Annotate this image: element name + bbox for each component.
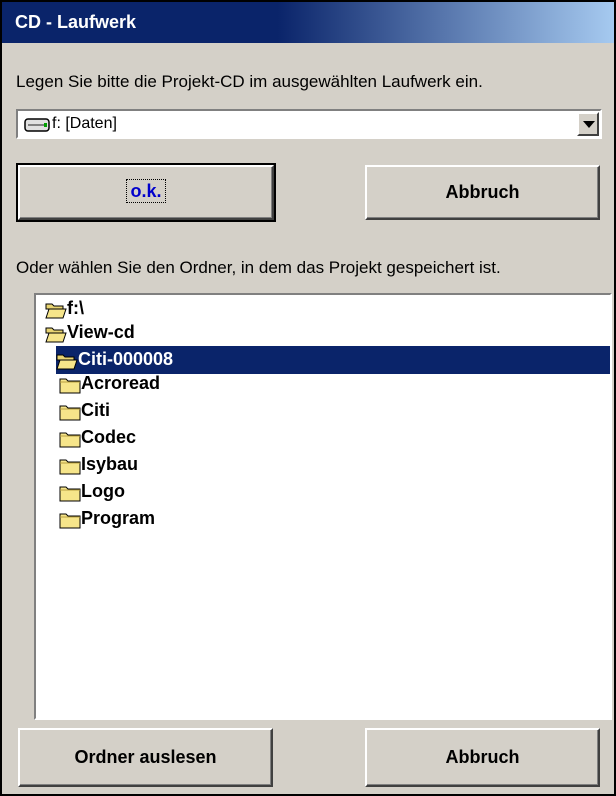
folder-icon	[59, 456, 81, 475]
tree-node-label: Acroread	[81, 373, 161, 393]
cancel-button-bottom[interactable]: Abbruch	[365, 728, 600, 787]
ok-button[interactable]: o.k.	[16, 163, 276, 222]
drive-icon	[24, 118, 50, 132]
tree-node-label: Codec	[81, 427, 137, 447]
ok-button-label: o.k.	[126, 179, 166, 203]
drive-select-value: f: [Daten]	[52, 115, 117, 132]
window-title: CD - Laufwerk	[15, 12, 137, 32]
folder-icon	[59, 402, 81, 421]
instruction-text: Legen Sie bitte die Projekt-CD im ausgew…	[16, 72, 483, 91]
tree-node-label: Program	[81, 508, 156, 528]
cancel-button-label: Abbruch	[445, 182, 520, 202]
tree-node-label: Citi-000008	[78, 349, 174, 369]
chevron-down-icon	[583, 121, 595, 128]
folder-tree[interactable]: f:\ View-cd Citi-000008 Acroread Citi Codec Is…	[34, 293, 612, 720]
folder-icon	[59, 375, 81, 394]
tree-node-label: f:\	[67, 298, 84, 318]
open-folder-icon	[45, 324, 67, 343]
folder-icon	[59, 483, 81, 502]
open-folder-icon	[56, 351, 78, 370]
read-folder-button-label: Ordner auslesen	[74, 747, 217, 767]
tree-node-label: View-cd	[67, 322, 135, 342]
dropdown-button[interactable]	[577, 112, 599, 136]
tree-node-label: Isybau	[81, 454, 139, 474]
folder-hint-text: Oder wählen Sie den Ordner, in dem das P…	[16, 258, 501, 277]
dialog-window: CD - Laufwerk Legen Sie bitte die Projek…	[0, 0, 616, 796]
folder-icon	[59, 510, 81, 529]
tree-node-label: Logo	[81, 481, 125, 501]
read-folder-button[interactable]: Ordner auslesen	[18, 728, 273, 787]
folder-icon	[59, 429, 81, 448]
cancel-button-bottom-label: Abbruch	[445, 747, 520, 767]
open-folder-icon	[45, 300, 67, 319]
tree-node-label: Citi	[81, 400, 110, 420]
cancel-button[interactable]: Abbruch	[365, 165, 600, 220]
drive-select[interactable]: f: [Daten]	[16, 109, 602, 139]
title-bar[interactable]: CD - Laufwerk	[2, 2, 614, 43]
